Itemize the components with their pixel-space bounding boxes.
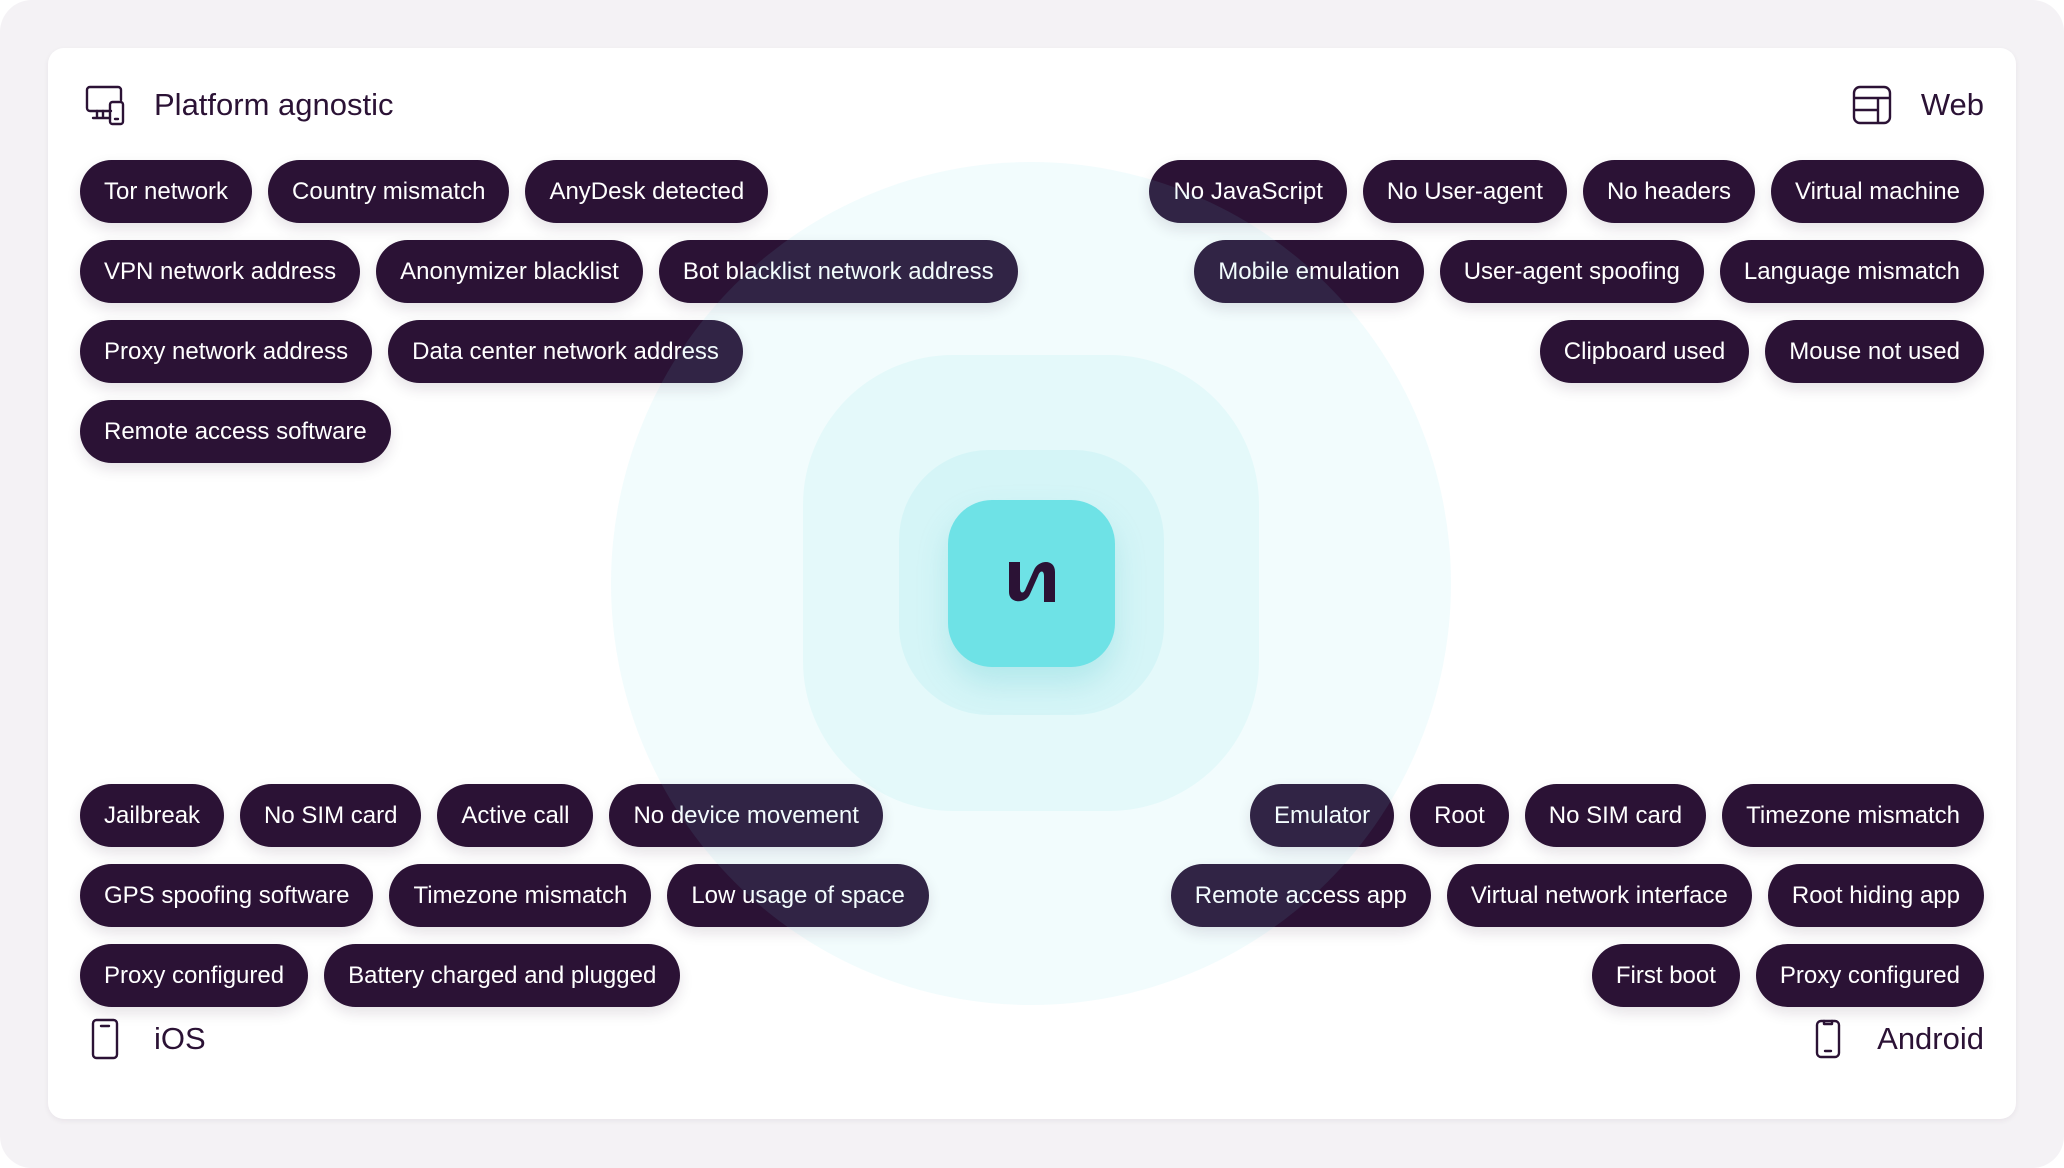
- section-title-platform-agnostic: Platform agnostic: [154, 87, 394, 122]
- signal-chip[interactable]: Emulator: [1250, 784, 1395, 847]
- signal-chip[interactable]: No SIM card: [1524, 784, 1707, 847]
- signal-chip[interactable]: Remote access app: [1170, 864, 1431, 927]
- signals-card: Platform agnostic Web iOS Android Tor ne…: [48, 48, 2016, 1119]
- signal-chip[interactable]: Active call: [437, 784, 594, 847]
- signal-chip[interactable]: No headers: [1582, 160, 1756, 223]
- chip-group-android: Emulator Root No SIM card Timezone mismatch…: [1170, 784, 1984, 1007]
- signal-chip[interactable]: Language mismatch: [1719, 240, 1984, 303]
- chip-row: No JavaScript No User-agent No headers Virt…: [1149, 160, 1984, 223]
- signal-chip[interactable]: GPS spoofing software: [80, 864, 374, 927]
- signal-chip[interactable]: No User-agent: [1362, 160, 1567, 223]
- section-title-web: Web: [1920, 87, 1984, 122]
- signal-chip[interactable]: Root hiding app: [1767, 864, 1984, 927]
- section-title-ios: iOS: [154, 1021, 206, 1056]
- signal-chip[interactable]: Timezone mismatch: [389, 864, 652, 927]
- signal-chip[interactable]: User-agent spoofing: [1439, 240, 1704, 303]
- signal-chip[interactable]: Bot blacklist network address: [658, 240, 1018, 303]
- desktop-mobile-icon: [84, 84, 126, 126]
- signal-chip[interactable]: No JavaScript: [1149, 160, 1347, 223]
- signal-chip[interactable]: Mouse not used: [1765, 320, 1984, 383]
- signal-chip[interactable]: Clipboard used: [1539, 320, 1750, 383]
- signal-chip[interactable]: Anonymizer blacklist: [376, 240, 643, 303]
- brand-logo-icon: [1007, 558, 1057, 609]
- signal-chip[interactable]: Tor network: [80, 160, 253, 223]
- signal-chip[interactable]: Country mismatch: [268, 160, 510, 223]
- section-header-platform-agnostic: Platform agnostic: [84, 84, 394, 126]
- chip-row: Emulator Root No SIM card Timezone mismatch: [1250, 784, 1984, 847]
- signal-chip[interactable]: No SIM card: [240, 784, 422, 847]
- chip-row: Remote access app Virtual network interfa…: [1170, 864, 1984, 927]
- chip-row: Mobile emulation User-agent spoofing Langu…: [1194, 240, 1984, 303]
- android-phone-icon: [1807, 1018, 1849, 1060]
- signal-chip[interactable]: Proxy configured: [1755, 944, 1984, 1007]
- chip-row: First boot Proxy configured: [1591, 944, 1984, 1007]
- signal-chip[interactable]: Data center network address: [388, 320, 743, 383]
- section-header-ios: iOS: [84, 1018, 206, 1060]
- signal-chip[interactable]: Jailbreak: [80, 784, 225, 847]
- signal-chip[interactable]: Virtual machine: [1771, 160, 1984, 223]
- chip-row: Remote access software: [80, 400, 391, 463]
- chip-row: GPS spoofing software Timezone mismatch Lo…: [80, 864, 929, 927]
- chip-row: Tor network Country mismatch AnyDesk detec…: [80, 160, 769, 223]
- signal-chip[interactable]: Mobile emulation: [1194, 240, 1424, 303]
- chip-row: Proxy configured Battery charged and plug…: [80, 944, 681, 1007]
- chip-row: Jailbreak No SIM card Active call No device…: [80, 784, 883, 847]
- center-logo: [948, 500, 1115, 667]
- signal-chip[interactable]: AnyDesk detected: [525, 160, 769, 223]
- page-background: Platform agnostic Web iOS Android Tor ne…: [0, 0, 2064, 1168]
- signal-chip[interactable]: Root: [1410, 784, 1509, 847]
- section-title-android: Android: [1877, 1021, 1984, 1056]
- chip-row: VPN network address Anonymizer blacklist B…: [80, 240, 1018, 303]
- section-header-android: Android: [1807, 1018, 1984, 1060]
- chip-row: Proxy network address Data center network…: [80, 320, 743, 383]
- signal-chip[interactable]: Low usage of space: [667, 864, 929, 927]
- browser-layout-icon: [1851, 84, 1893, 126]
- signal-chip[interactable]: Battery charged and plugged: [324, 944, 681, 1007]
- signal-chip[interactable]: Proxy configured: [80, 944, 309, 1007]
- signal-chip[interactable]: Remote access software: [80, 400, 391, 463]
- signal-chip[interactable]: No device movement: [609, 784, 883, 847]
- signal-chip[interactable]: Proxy network address: [80, 320, 373, 383]
- signal-chip[interactable]: VPN network address: [80, 240, 361, 303]
- chip-group-web: No JavaScript No User-agent No headers Virt…: [1149, 160, 1984, 383]
- signal-chip[interactable]: First boot: [1591, 944, 1740, 1007]
- chip-row: Clipboard used Mouse not used: [1539, 320, 1984, 383]
- section-header-web: Web: [1851, 84, 1984, 126]
- chip-group-platform-agnostic: Tor network Country mismatch AnyDesk detec…: [80, 160, 1018, 463]
- chip-group-ios: Jailbreak No SIM card Active call No device…: [80, 784, 929, 1007]
- signal-chip[interactable]: Virtual network interface: [1446, 864, 1752, 927]
- signal-chip[interactable]: Timezone mismatch: [1722, 784, 1984, 847]
- iphone-icon: [84, 1018, 126, 1060]
